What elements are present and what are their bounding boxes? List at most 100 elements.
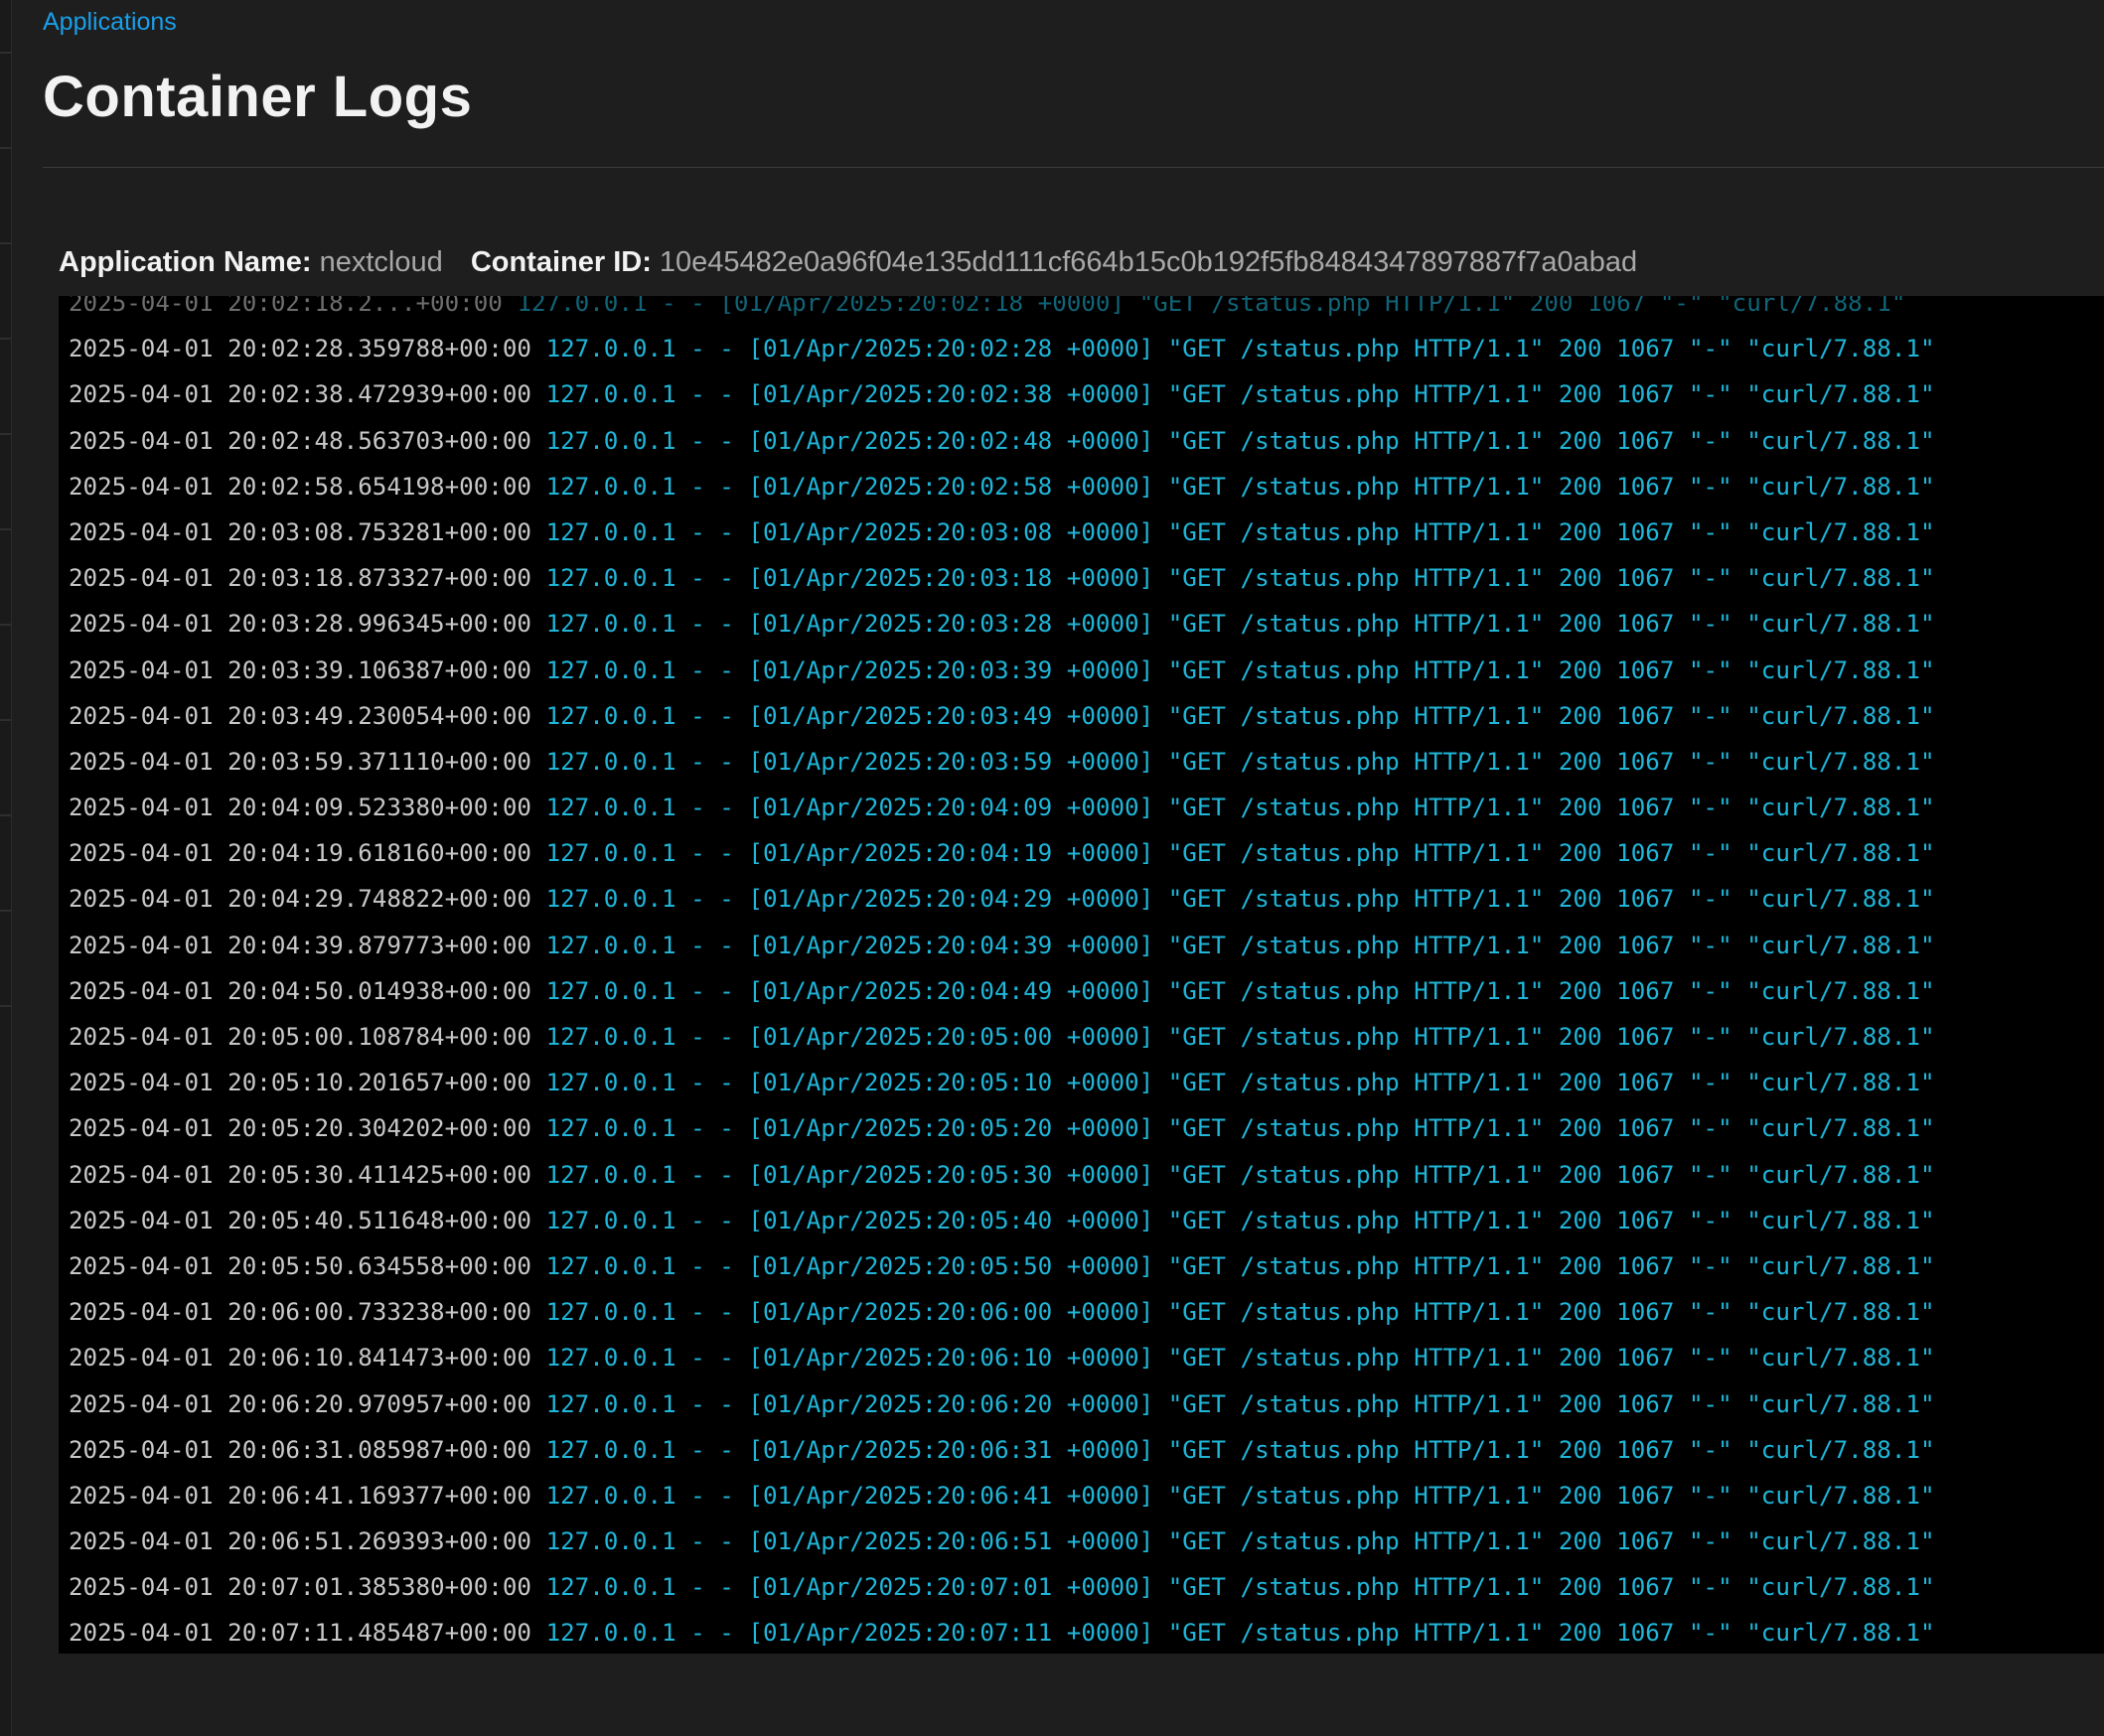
- log-timestamp: 2025-04-01 20:05:40.511648+00:00: [69, 1206, 531, 1234]
- log-viewer[interactable]: 2025-04-01 20:02:18.2...+00:00 127.0.0.1…: [59, 296, 2104, 1654]
- log-line: 2025-04-01 20:05:40.511648+00:00 127.0.0…: [69, 1198, 1935, 1243]
- log-timestamp: 2025-04-01 20:04:50.014938+00:00: [69, 976, 531, 1005]
- rail-divider: [0, 910, 11, 912]
- log-timestamp: 2025-04-01 20:03:18.873327+00:00: [69, 564, 531, 593]
- log-message: 127.0.0.1 - - [01/Apr/2025:20:03:39 +000…: [545, 655, 1935, 684]
- rail-divider: [0, 1005, 11, 1007]
- log-message: 127.0.0.1 - - [01/Apr/2025:20:05:50 +000…: [545, 1251, 1935, 1280]
- title-divider: [43, 167, 2104, 168]
- log-timestamp: 2025-04-01 20:07:11.485487+00:00: [69, 1619, 531, 1648]
- log-message: 127.0.0.1 - - [01/Apr/2025:20:06:51 +000…: [545, 1527, 1935, 1556]
- log-line: 2025-04-01 20:06:51.269393+00:00 127.0.0…: [69, 1519, 1935, 1564]
- log-timestamp: 2025-04-01 20:06:20.970957+00:00: [69, 1389, 531, 1418]
- log-message: 127.0.0.1 - - [01/Apr/2025:20:06:10 +000…: [545, 1344, 1935, 1373]
- log-line: 2025-04-01 20:03:18.873327+00:00 127.0.0…: [69, 555, 1935, 601]
- log-line: 2025-04-01 20:03:28.996345+00:00 127.0.0…: [69, 601, 1935, 647]
- log-timestamp: 2025-04-01 20:02:18.2...+00:00: [69, 296, 503, 317]
- log-message: 127.0.0.1 - - [01/Apr/2025:20:05:30 +000…: [545, 1160, 1935, 1189]
- rail-divider: [0, 814, 11, 816]
- log-timestamp: 2025-04-01 20:06:41.169377+00:00: [69, 1481, 531, 1510]
- log-line: 2025-04-01 20:06:41.169377+00:00 127.0.0…: [69, 1473, 1935, 1519]
- log-line: 2025-04-01 20:07:11.485487+00:00 127.0.0…: [69, 1610, 1935, 1654]
- log-timestamp: 2025-04-01 20:02:38.472939+00:00: [69, 380, 531, 409]
- log-message: 127.0.0.1 - - [01/Apr/2025:20:06:31 +000…: [545, 1435, 1935, 1464]
- log-list: 2025-04-01 20:02:18.2...+00:00 127.0.0.1…: [69, 296, 1935, 1654]
- log-message: 127.0.0.1 - - [01/Apr/2025:20:02:18 +000…: [517, 296, 1906, 317]
- app-name-label: Application Name:: [59, 246, 312, 278]
- log-timestamp: 2025-04-01 20:05:00.108784+00:00: [69, 1023, 531, 1051]
- log-message: 127.0.0.1 - - [01/Apr/2025:20:03:18 +000…: [545, 564, 1935, 593]
- log-line: 2025-04-01 20:07:01.385380+00:00 127.0.0…: [69, 1564, 1935, 1610]
- log-message: 127.0.0.1 - - [01/Apr/2025:20:04:09 +000…: [545, 794, 1935, 822]
- log-message: 127.0.0.1 - - [01/Apr/2025:20:03:59 +000…: [545, 747, 1935, 776]
- log-line: 2025-04-01 20:04:29.748822+00:00 127.0.0…: [69, 876, 1935, 922]
- log-line: 2025-04-01 20:02:28.359788+00:00 127.0.0…: [69, 326, 1935, 371]
- log-timestamp: 2025-04-01 20:02:48.563703+00:00: [69, 426, 531, 455]
- log-line: 2025-04-01 20:03:08.753281+00:00 127.0.0…: [69, 509, 1935, 555]
- rail-divider: [0, 528, 11, 530]
- log-message: 127.0.0.1 - - [01/Apr/2025:20:03:08 +000…: [545, 517, 1935, 546]
- rail-divider: [0, 719, 11, 721]
- log-line: 2025-04-01 20:03:39.106387+00:00 127.0.0…: [69, 648, 1935, 693]
- log-timestamp: 2025-04-01 20:06:51.269393+00:00: [69, 1527, 531, 1556]
- log-line: 2025-04-01 20:02:18.2...+00:00 127.0.0.1…: [69, 296, 1935, 326]
- log-line: 2025-04-01 20:05:30.411425+00:00 127.0.0…: [69, 1152, 1935, 1198]
- log-message: 127.0.0.1 - - [01/Apr/2025:20:04:19 +000…: [545, 839, 1935, 868]
- log-message: 127.0.0.1 - - [01/Apr/2025:20:07:11 +000…: [545, 1619, 1935, 1648]
- container-info-bar: Application Name: nextcloud Container ID:…: [59, 246, 1657, 279]
- log-line: 2025-04-01 20:06:31.085987+00:00 127.0.0…: [69, 1427, 1935, 1473]
- log-timestamp: 2025-04-01 20:02:28.359788+00:00: [69, 335, 531, 363]
- log-line: 2025-04-01 20:04:19.618160+00:00 127.0.0…: [69, 830, 1935, 876]
- log-message: 127.0.0.1 - - [01/Apr/2025:20:03:49 +000…: [545, 701, 1935, 730]
- rail-divider: [0, 338, 11, 340]
- log-message: 127.0.0.1 - - [01/Apr/2025:20:04:29 +000…: [545, 885, 1935, 914]
- log-timestamp: 2025-04-01 20:03:59.371110+00:00: [69, 747, 531, 776]
- log-line: 2025-04-01 20:02:58.654198+00:00 127.0.0…: [69, 464, 1935, 509]
- log-line: 2025-04-01 20:04:09.523380+00:00 127.0.0…: [69, 785, 1935, 830]
- log-message: 127.0.0.1 - - [01/Apr/2025:20:05:40 +000…: [545, 1206, 1935, 1234]
- log-line: 2025-04-01 20:04:50.014938+00:00 127.0.0…: [69, 968, 1935, 1014]
- rail-divider: [0, 242, 11, 244]
- log-message: 127.0.0.1 - - [01/Apr/2025:20:02:28 +000…: [545, 335, 1935, 363]
- log-timestamp: 2025-04-01 20:05:50.634558+00:00: [69, 1251, 531, 1280]
- log-timestamp: 2025-04-01 20:03:28.996345+00:00: [69, 610, 531, 639]
- log-timestamp: 2025-04-01 20:06:31.085987+00:00: [69, 1435, 531, 1464]
- log-timestamp: 2025-04-01 20:06:10.841473+00:00: [69, 1344, 531, 1373]
- rail-divider: [0, 52, 11, 54]
- log-message: 127.0.0.1 - - [01/Apr/2025:20:06:00 +000…: [545, 1298, 1935, 1327]
- log-line: 2025-04-01 20:06:20.970957+00:00 127.0.0…: [69, 1381, 1935, 1427]
- log-line: 2025-04-01 20:03:59.371110+00:00 127.0.0…: [69, 739, 1935, 785]
- log-timestamp: 2025-04-01 20:07:01.385380+00:00: [69, 1573, 531, 1602]
- log-line: 2025-04-01 20:04:39.879773+00:00 127.0.0…: [69, 923, 1935, 968]
- app-name-value: nextcloud: [319, 246, 443, 278]
- log-timestamp: 2025-04-01 20:04:39.879773+00:00: [69, 931, 531, 959]
- log-timestamp: 2025-04-01 20:02:58.654198+00:00: [69, 472, 531, 501]
- log-timestamp: 2025-04-01 20:05:20.304202+00:00: [69, 1114, 531, 1143]
- log-message: 127.0.0.1 - - [01/Apr/2025:20:05:20 +000…: [545, 1114, 1935, 1143]
- log-timestamp: 2025-04-01 20:05:10.201657+00:00: [69, 1069, 531, 1097]
- log-message: 127.0.0.1 - - [01/Apr/2025:20:02:58 +000…: [545, 472, 1935, 501]
- log-message: 127.0.0.1 - - [01/Apr/2025:20:02:38 +000…: [545, 380, 1935, 409]
- log-timestamp: 2025-04-01 20:05:30.411425+00:00: [69, 1160, 531, 1189]
- breadcrumb-applications[interactable]: Applications: [43, 8, 177, 37]
- log-message: 127.0.0.1 - - [01/Apr/2025:20:04:49 +000…: [545, 976, 1935, 1005]
- page-title: Container Logs: [43, 65, 473, 129]
- log-line: 2025-04-01 20:05:00.108784+00:00 127.0.0…: [69, 1014, 1935, 1060]
- container-id-value: 10e45482e0a96f04e135dd111cf664b15c0b192f…: [659, 246, 1638, 278]
- rail-divider: [0, 433, 11, 435]
- log-line: 2025-04-01 20:03:49.230054+00:00 127.0.0…: [69, 693, 1935, 739]
- log-line: 2025-04-01 20:05:50.634558+00:00 127.0.0…: [69, 1243, 1935, 1289]
- log-message: 127.0.0.1 - - [01/Apr/2025:20:07:01 +000…: [545, 1573, 1935, 1602]
- container-id-label: Container ID:: [470, 246, 652, 278]
- log-message: 127.0.0.1 - - [01/Apr/2025:20:05:00 +000…: [545, 1023, 1935, 1051]
- log-line: 2025-04-01 20:06:10.841473+00:00 127.0.0…: [69, 1335, 1935, 1380]
- log-timestamp: 2025-04-01 20:04:29.748822+00:00: [69, 885, 531, 914]
- log-timestamp: 2025-04-01 20:03:08.753281+00:00: [69, 517, 531, 546]
- log-line: 2025-04-01 20:02:38.472939+00:00 127.0.0…: [69, 371, 1935, 417]
- log-timestamp: 2025-04-01 20:03:39.106387+00:00: [69, 655, 531, 684]
- log-timestamp: 2025-04-01 20:06:00.733238+00:00: [69, 1298, 531, 1327]
- log-timestamp: 2025-04-01 20:04:09.523380+00:00: [69, 794, 531, 822]
- rail-divider: [0, 147, 11, 149]
- side-rail: [0, 0, 12, 1736]
- log-timestamp: 2025-04-01 20:04:19.618160+00:00: [69, 839, 531, 868]
